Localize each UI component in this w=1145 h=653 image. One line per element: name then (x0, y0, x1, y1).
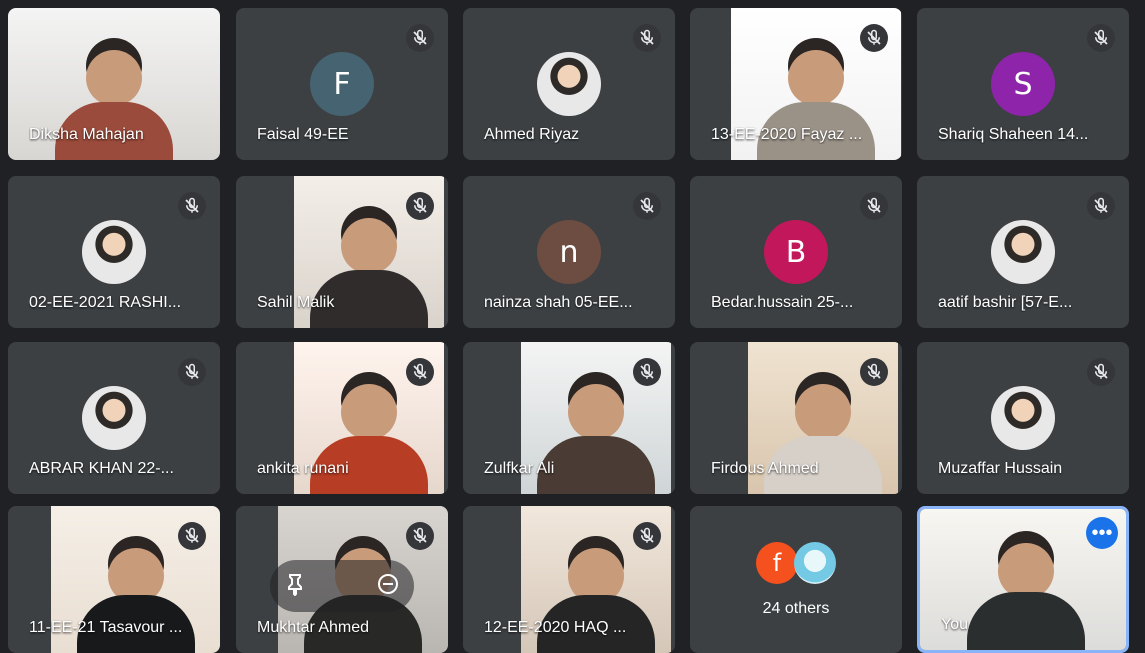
avatar: F (310, 52, 374, 116)
participant-tile[interactable]: ankita runani (236, 342, 448, 494)
microphone-off-icon (406, 358, 434, 386)
avatar (991, 386, 1055, 450)
more-options-button[interactable]: ••• (1086, 517, 1118, 549)
participant-name: Firdous Ahmed (711, 460, 819, 477)
participant-tile[interactable]: aatif bashir [57-E... (917, 176, 1129, 328)
pin-icon[interactable] (284, 572, 308, 601)
more-options-icon: ••• (1091, 522, 1113, 544)
self-video-tile[interactable]: ••• You (917, 506, 1129, 653)
microphone-off-icon (406, 24, 434, 52)
participant-name: aatif bashir [57-E... (938, 294, 1073, 311)
microphone-off-icon (860, 358, 888, 386)
participant-tile[interactable]: n nainza shah 05-EE... (463, 176, 675, 328)
participant-tile[interactable]: 12-EE-2020 HAQ ... (463, 506, 675, 653)
participant-tile[interactable]: F Faisal 49-EE (236, 8, 448, 160)
participant-tile[interactable]: 11-EE-21 Tasavour ... (8, 506, 220, 653)
participant-tile[interactable]: ABRAR KHAN 22-... (8, 342, 220, 494)
person-figure (788, 50, 844, 106)
person-figure (998, 543, 1054, 599)
remove-icon[interactable] (376, 572, 400, 601)
participant-name: Ahmed Riyaz (484, 126, 580, 143)
participant-name: 11-EE-21 Tasavour ... (29, 619, 183, 636)
participant-name: Shariq Shaheen 14... (938, 126, 1089, 143)
participant-tile[interactable]: Mukhtar Ahmed (236, 506, 448, 653)
microphone-off-icon (633, 358, 661, 386)
avatar (537, 52, 601, 116)
person-figure (795, 384, 851, 440)
avatar: n (537, 220, 601, 284)
microphone-off-icon (860, 192, 888, 220)
avatar (991, 220, 1055, 284)
avatar (82, 386, 146, 450)
participant-grid: Diksha Mahajan F Faisal 49-EE Ahmed Riyaz 13… (0, 0, 1145, 653)
person-figure (568, 384, 624, 440)
participant-name: Sahil Malik (257, 294, 335, 311)
person-figure (341, 218, 397, 274)
participant-name: ABRAR KHAN 22-... (29, 460, 174, 477)
other-participant-avatar (794, 542, 836, 584)
participant-name: ankita runani (257, 460, 349, 477)
person-figure (341, 384, 397, 440)
avatar (82, 220, 146, 284)
participant-name: Zulfkar Ali (484, 460, 555, 477)
microphone-off-icon (1087, 24, 1115, 52)
microphone-off-icon (406, 192, 434, 220)
participant-name: 02-EE-2021 RASHI... (29, 294, 182, 311)
microphone-off-icon (1087, 192, 1115, 220)
participant-tile[interactable]: Muzaffar Hussain (917, 342, 1129, 494)
microphone-off-icon (406, 522, 434, 550)
participant-name: Bedar.hussain 25-... (711, 294, 854, 311)
person-figure (86, 50, 142, 106)
participant-tile[interactable]: 02-EE-2021 RASHI... (8, 176, 220, 328)
participant-tile[interactable]: Firdous Ahmed (690, 342, 902, 494)
others-tile[interactable]: f 24 others (690, 506, 902, 653)
others-avatars: f (756, 542, 836, 586)
participant-tile[interactable]: Zulfkar Ali (463, 342, 675, 494)
microphone-off-icon (860, 24, 888, 52)
microphone-off-icon (633, 522, 661, 550)
microphone-off-icon (178, 358, 206, 386)
participant-name: nainza shah 05-EE... (484, 294, 633, 311)
participant-name: 13-EE-2020 Fayaz ... (711, 126, 863, 143)
participant-name: Muzaffar Hussain (938, 460, 1063, 477)
microphone-off-icon (178, 522, 206, 550)
others-count-label: 24 others (762, 600, 830, 617)
microphone-off-icon (633, 24, 661, 52)
microphone-off-icon (1087, 358, 1115, 386)
avatar: B (764, 220, 828, 284)
participant-tile[interactable]: Sahil Malik (236, 176, 448, 328)
participant-name: 12-EE-2020 HAQ ... (484, 619, 627, 636)
other-participant-avatar: f (756, 542, 798, 584)
participant-name: Mukhtar Ahmed (257, 619, 370, 636)
microphone-off-icon (633, 192, 661, 220)
participant-name: Diksha Mahajan (29, 126, 144, 143)
participant-tile[interactable]: B Bedar.hussain 25-... (690, 176, 902, 328)
avatar: S (991, 52, 1055, 116)
participant-tile[interactable]: S Shariq Shaheen 14... (917, 8, 1129, 160)
participant-tile[interactable]: Diksha Mahajan (8, 8, 220, 160)
microphone-off-icon (178, 192, 206, 220)
participant-tile[interactable]: 13-EE-2020 Fayaz ... (690, 8, 902, 160)
self-name-label: You (941, 616, 968, 633)
tile-hover-controls[interactable] (270, 560, 414, 612)
participant-name: Faisal 49-EE (257, 126, 349, 143)
participant-tile[interactable]: Ahmed Riyaz (463, 8, 675, 160)
